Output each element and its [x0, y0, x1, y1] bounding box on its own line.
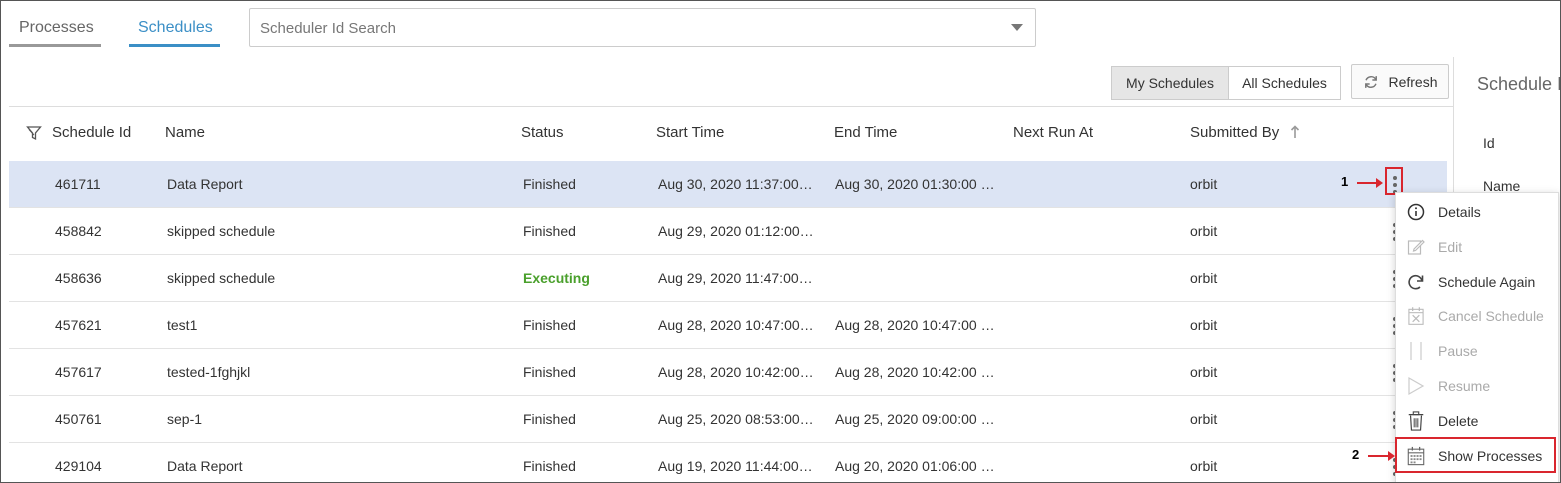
cell-status: Finished	[523, 411, 576, 427]
refresh-icon	[1365, 75, 1378, 88]
table-row[interactable]: 429104 Data Report Finished Aug 19, 2020 11…	[9, 443, 1447, 482]
tab-processes[interactable]: Processes	[19, 19, 94, 37]
cell-submitted-by: orbit	[1190, 317, 1218, 333]
play-icon	[1406, 376, 1426, 396]
menu-item-label: Pause	[1438, 343, 1478, 359]
cell-status: Finished	[523, 317, 576, 333]
cell-start-time: Aug 29, 2020 11:47:00…	[658, 270, 813, 286]
cell-start-time: Aug 25, 2020 08:53:00…	[658, 411, 814, 427]
cell-name: Data Report	[167, 176, 243, 192]
scheduler-id-search[interactable]	[249, 8, 1036, 47]
cell-name: tested-1fghjkl	[167, 364, 251, 380]
column-header-status[interactable]: Status	[521, 124, 564, 141]
side-panel-id-label: Id	[1483, 135, 1495, 151]
menu-item-cancel-schedule[interactable]: Cancel Schedule	[1396, 299, 1558, 333]
pause-icon	[1406, 341, 1426, 361]
column-header-next-run-at[interactable]: Next Run At	[1013, 124, 1093, 141]
redo-icon	[1406, 272, 1426, 292]
cell-start-time: Aug 28, 2020 10:42:00…	[658, 364, 814, 380]
cell-start-time: Aug 28, 2020 10:47:00…	[658, 317, 814, 333]
cell-name: skipped schedule	[167, 223, 276, 239]
trash-icon	[1406, 411, 1426, 431]
menu-item-label: Delete	[1438, 413, 1479, 429]
menu-item-label: Resume	[1438, 378, 1491, 394]
cell-start-time: Aug 29, 2020 01:12:00…	[658, 223, 814, 239]
refresh-label: Refresh	[1388, 73, 1438, 90]
cell-status: Finished	[523, 458, 576, 474]
menu-item-details[interactable]: Details	[1396, 195, 1558, 229]
menu-item-resume[interactable]: Resume	[1396, 369, 1558, 403]
cell-schedule-id: 457621	[55, 317, 102, 333]
cell-status: Finished	[523, 223, 576, 239]
cell-submitted-by: orbit	[1190, 411, 1218, 427]
tab-processes-underline	[9, 44, 101, 47]
menu-item-label: Schedule Again	[1438, 274, 1536, 290]
annotation-arrow-1	[1357, 178, 1383, 188]
cell-schedule-id: 461711	[55, 176, 101, 192]
refresh-button[interactable]: Refresh	[1351, 64, 1449, 99]
annotation-box-kebab	[1385, 167, 1403, 195]
menu-item-label: Edit	[1438, 239, 1463, 255]
scheduler-id-search-input[interactable]	[260, 17, 990, 39]
tab-schedules[interactable]: Schedules	[138, 19, 213, 37]
app-frame: Processes Schedules My Schedules All Sch…	[0, 0, 1561, 483]
cell-end-time: Aug 28, 2020 10:42:00 …	[835, 364, 995, 380]
tab-schedules-underline	[129, 44, 220, 47]
table-row[interactable]: 457621 test1 Finished Aug 28, 2020 10:47:00…	[9, 302, 1447, 349]
cell-schedule-id: 457617	[55, 364, 102, 380]
chevron-down-icon[interactable]	[1011, 24, 1023, 31]
cell-start-time: Aug 19, 2020 11:44:00…	[658, 458, 813, 474]
menu-item-pause[interactable]: Pause	[1396, 334, 1558, 368]
annotation-arrow-2	[1368, 451, 1395, 461]
cell-status: Finished	[523, 176, 576, 192]
cell-status: Finished	[523, 364, 576, 380]
calendar-cancel-icon	[1406, 306, 1426, 326]
sort-ascending-icon[interactable]	[1290, 125, 1300, 139]
menu-item-label: Cancel Schedule	[1438, 308, 1544, 324]
info-icon	[1406, 202, 1426, 222]
cell-name: Data Report	[167, 458, 243, 474]
menu-item-schedule-again[interactable]: Schedule Again	[1396, 265, 1558, 299]
menu-item-delete[interactable]: Delete	[1396, 404, 1558, 438]
column-header-schedule-id[interactable]: Schedule Id	[52, 124, 131, 141]
cell-submitted-by: orbit	[1190, 458, 1218, 474]
column-header-submitted-by[interactable]: Submitted By	[1190, 124, 1279, 141]
cell-schedule-id: 429104	[55, 458, 102, 474]
menu-item-label: Details	[1438, 204, 1481, 220]
annotation-box-show-processes	[1395, 437, 1556, 473]
cell-end-time: Aug 25, 2020 09:00:00 …	[835, 411, 995, 427]
cell-submitted-by: orbit	[1190, 364, 1218, 380]
cell-submitted-by: orbit	[1190, 270, 1218, 286]
table-header-top-border	[9, 106, 1453, 107]
annotation-number-2: 2	[1352, 447, 1360, 462]
cell-schedule-id: 458842	[55, 223, 102, 239]
cell-name: skipped schedule	[167, 270, 276, 286]
cell-schedule-id: 450761	[55, 411, 102, 427]
table-row[interactable]: 457617 tested-1fghjkl Finished Aug 28, 2020…	[9, 349, 1447, 396]
all-schedules-toggle[interactable]: All Schedules	[1228, 66, 1341, 100]
my-schedules-toggle[interactable]: My Schedules	[1111, 66, 1229, 100]
cell-end-time: Aug 20, 2020 01:06:00 …	[835, 458, 995, 474]
filter-icon[interactable]	[26, 125, 42, 141]
cell-submitted-by: orbit	[1190, 223, 1218, 239]
table-row[interactable]: 458842 skipped schedule Finished Aug 29, 20…	[9, 208, 1447, 255]
table-row[interactable]: 461711 Data Report Finished Aug 30, 2020 11…	[9, 161, 1447, 208]
column-header-start-time[interactable]: Start Time	[656, 124, 724, 141]
cell-name: test1	[167, 317, 198, 333]
table-row[interactable]: 458636 skipped schedule Executing Aug 29, 2…	[9, 255, 1447, 302]
cell-end-time: Aug 30, 2020 01:30:00 …	[835, 176, 995, 192]
side-panel-title: Schedule I	[1477, 74, 1561, 94]
cell-status: Executing	[523, 270, 590, 286]
cell-start-time: Aug 30, 2020 11:37:00…	[658, 176, 813, 192]
cell-end-time: Aug 28, 2020 10:47:00 …	[835, 317, 995, 333]
menu-item-edit[interactable]: Edit	[1396, 230, 1558, 264]
table-row[interactable]: 450761 sep-1 Finished Aug 25, 2020 08:53:00…	[9, 396, 1447, 443]
edit-icon	[1406, 237, 1426, 257]
cell-submitted-by: orbit	[1190, 176, 1218, 192]
annotation-number-1: 1	[1341, 174, 1349, 189]
cell-name: sep-1	[167, 411, 203, 427]
cell-schedule-id: 458636	[55, 270, 102, 286]
column-header-end-time[interactable]: End Time	[834, 124, 897, 141]
column-header-name[interactable]: Name	[165, 124, 205, 141]
